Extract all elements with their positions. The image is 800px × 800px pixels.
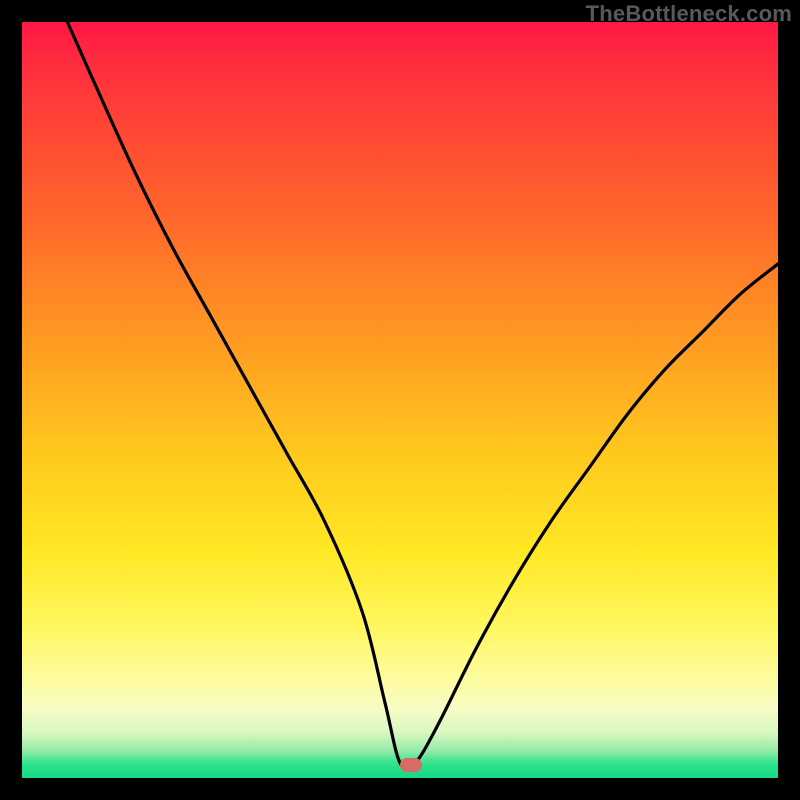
plot-area: [22, 22, 778, 778]
optimal-point-marker: [400, 758, 422, 772]
bottleneck-curve: [22, 22, 778, 778]
watermark-text: TheBottleneck.com: [586, 1, 792, 27]
chart-frame: TheBottleneck.com: [0, 0, 800, 800]
